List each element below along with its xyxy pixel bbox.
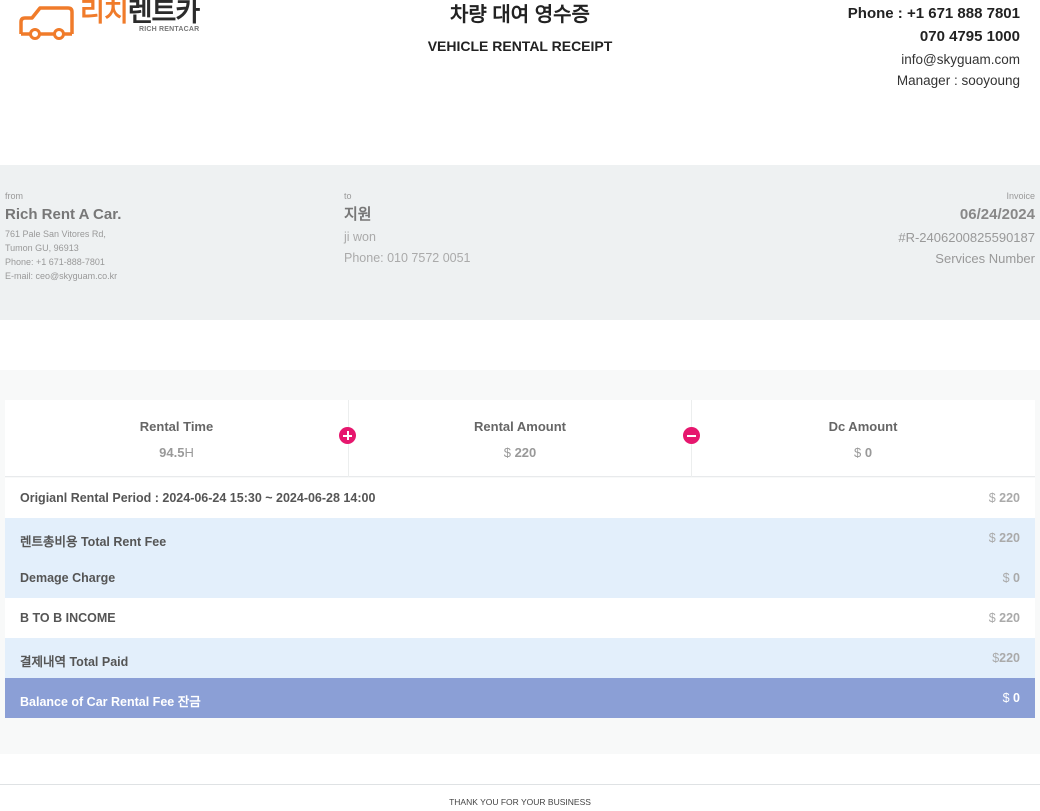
- rental-amount-cell: Rental Amount $ 220: [348, 400, 691, 477]
- logo-text-orange: 리치: [80, 0, 129, 27]
- company-logo: 리치렌트카 RICH RENTACAR: [18, 0, 238, 42]
- from-address-line1: 761 Pale San Vitores Rd,: [5, 229, 106, 239]
- dc-amount-label: Dc Amount: [828, 419, 898, 434]
- from-email: E-mail: ceo@skyguam.co.kr: [5, 271, 118, 281]
- invoice-number: #R-2406200825590187: [898, 230, 1035, 245]
- row-value: 0: [1013, 571, 1020, 585]
- dc-amount-currency: $: [853, 445, 862, 460]
- invoice-label: Invoice: [1006, 191, 1035, 201]
- row-currency: $: [988, 611, 996, 625]
- to-name-english: ji won: [344, 230, 376, 244]
- invoice-date: 06/24/2024: [959, 206, 1035, 223]
- plus-circle-icon: [339, 427, 356, 444]
- row-currency: $: [988, 531, 996, 545]
- from-address-line2: Tumon GU, 96913: [5, 243, 79, 253]
- row-currency: $: [1002, 571, 1010, 585]
- from-label: from: [5, 191, 23, 201]
- row-total-paid: 결제내역 Total Paid $220: [5, 638, 1035, 678]
- row-value: 220: [999, 611, 1020, 625]
- dc-amount-cell: Dc Amount $ 0: [691, 400, 1034, 477]
- row-damage-charge: Demage Charge $ 0: [5, 558, 1035, 598]
- row-value: 220: [999, 491, 1020, 505]
- rental-amount-value: $ 220: [349, 445, 691, 460]
- parties-info-band: from Rich Rent A Car. 761 Pale San Vitor…: [0, 165, 1040, 320]
- invoice-block: Invoice 06/24/2024 #R-2406200825590187 S…: [898, 190, 1035, 269]
- dc-amount-value: $ 0: [692, 445, 1034, 460]
- row-b2b-income: B TO B INCOME $ 220: [5, 598, 1035, 638]
- to-block: to 지원 ji won Phone: 010 7572 0051: [344, 190, 471, 269]
- from-block: from Rich Rent A Car. 761 Pale San Vitor…: [5, 190, 121, 283]
- footer-thanks: THANK YOU FOR YOUR BUSINESS: [449, 797, 591, 807]
- row-currency: $: [1002, 691, 1010, 705]
- dc-amount-number: 0: [864, 445, 873, 460]
- row-amount: $ 220: [989, 491, 1020, 505]
- contact-phone: Phone : +1 671 888 7801: [847, 5, 1020, 22]
- contact-phone-secondary: 070 4795 1000: [919, 28, 1020, 45]
- from-phone: Phone: +1 671-888-7801: [5, 257, 105, 267]
- car-logo-icon: [19, 6, 74, 40]
- contact-email[interactable]: info@skyguam.com: [848, 49, 1020, 70]
- row-value: 220: [999, 531, 1020, 545]
- to-label: to: [344, 191, 352, 201]
- to-name: 지원: [344, 206, 372, 223]
- rental-amount-label: Rental Amount: [474, 419, 566, 434]
- row-label: 결제내역 Total Paid: [20, 655, 129, 669]
- title-korean: 차량 대여 영수증: [450, 4, 590, 26]
- rental-time-value: 94.5H: [5, 445, 348, 460]
- rental-amount-number: 220: [514, 445, 537, 460]
- row-balance: Balance of Car Rental Fee 잔금 $ 0: [5, 678, 1035, 718]
- row-total-rent-fee: 렌트총비용 Total Rent Fee $ 220: [5, 518, 1035, 558]
- from-name: Rich Rent A Car.: [5, 206, 122, 223]
- row-amount: $ 220: [989, 531, 1020, 545]
- rental-time-cell: Rental Time 94.5H: [5, 400, 348, 477]
- logo-subtitle: RICH RENTACAR: [139, 26, 200, 33]
- rental-time-label: Rental Time: [139, 419, 214, 434]
- row-rental-period: Origianl Rental Period : 2024-06-24 15:3…: [5, 478, 1035, 518]
- receipt-title: 차량 대여 영수증 VEHICLE RENTAL RECEIPT: [320, 2, 720, 54]
- rental-summary: Rental Time 94.5H Rental Amount $ 220 Dc…: [5, 400, 1035, 477]
- logo-text-dark: 렌트카: [127, 0, 201, 27]
- rental-time-number: 94.5: [159, 445, 185, 460]
- row-label: B TO B INCOME: [20, 611, 116, 625]
- row-amount: $ 0: [1003, 571, 1020, 585]
- row-amount: $220: [992, 651, 1020, 665]
- fee-rows: Origianl Rental Period : 2024-06-24 15:3…: [5, 478, 1035, 718]
- to-phone: Phone: 010 7572 0051: [344, 251, 471, 265]
- rental-detail-section: Rental Time 94.5H Rental Amount $ 220 Dc…: [0, 370, 1040, 754]
- footer-divider: [0, 784, 1040, 785]
- services-number-label: Services Number: [935, 251, 1035, 266]
- row-amount: $ 0: [1003, 691, 1020, 705]
- contact-manager: Manager : sooyoung: [896, 73, 1020, 88]
- row-value: 220: [999, 651, 1020, 665]
- title-english: VEHICLE RENTAL RECEIPT: [427, 38, 613, 54]
- row-label: 렌트총비용 Total Rent Fee: [20, 535, 167, 549]
- row-amount: $ 220: [989, 611, 1020, 625]
- row-value: 0: [1013, 691, 1020, 705]
- rental-amount-currency: $: [503, 445, 511, 460]
- row-label: Demage Charge: [20, 571, 116, 585]
- contact-info: Phone : +1 671 888 7801 070 4795 1000 in…: [848, 3, 1020, 91]
- row-label: Balance of Car Rental Fee 잔금: [20, 695, 201, 709]
- receipt-header: 리치렌트카 RICH RENTACAR 차량 대여 영수증 VEHICLE RE…: [0, 0, 1040, 165]
- row-currency: $: [988, 491, 996, 505]
- rental-time-unit: H: [184, 445, 194, 460]
- minus-circle-icon: [683, 427, 700, 444]
- logo-wordmark: 리치렌트카: [80, 0, 201, 28]
- row-label: Origianl Rental Period : 2024-06-24 15:3…: [20, 491, 376, 505]
